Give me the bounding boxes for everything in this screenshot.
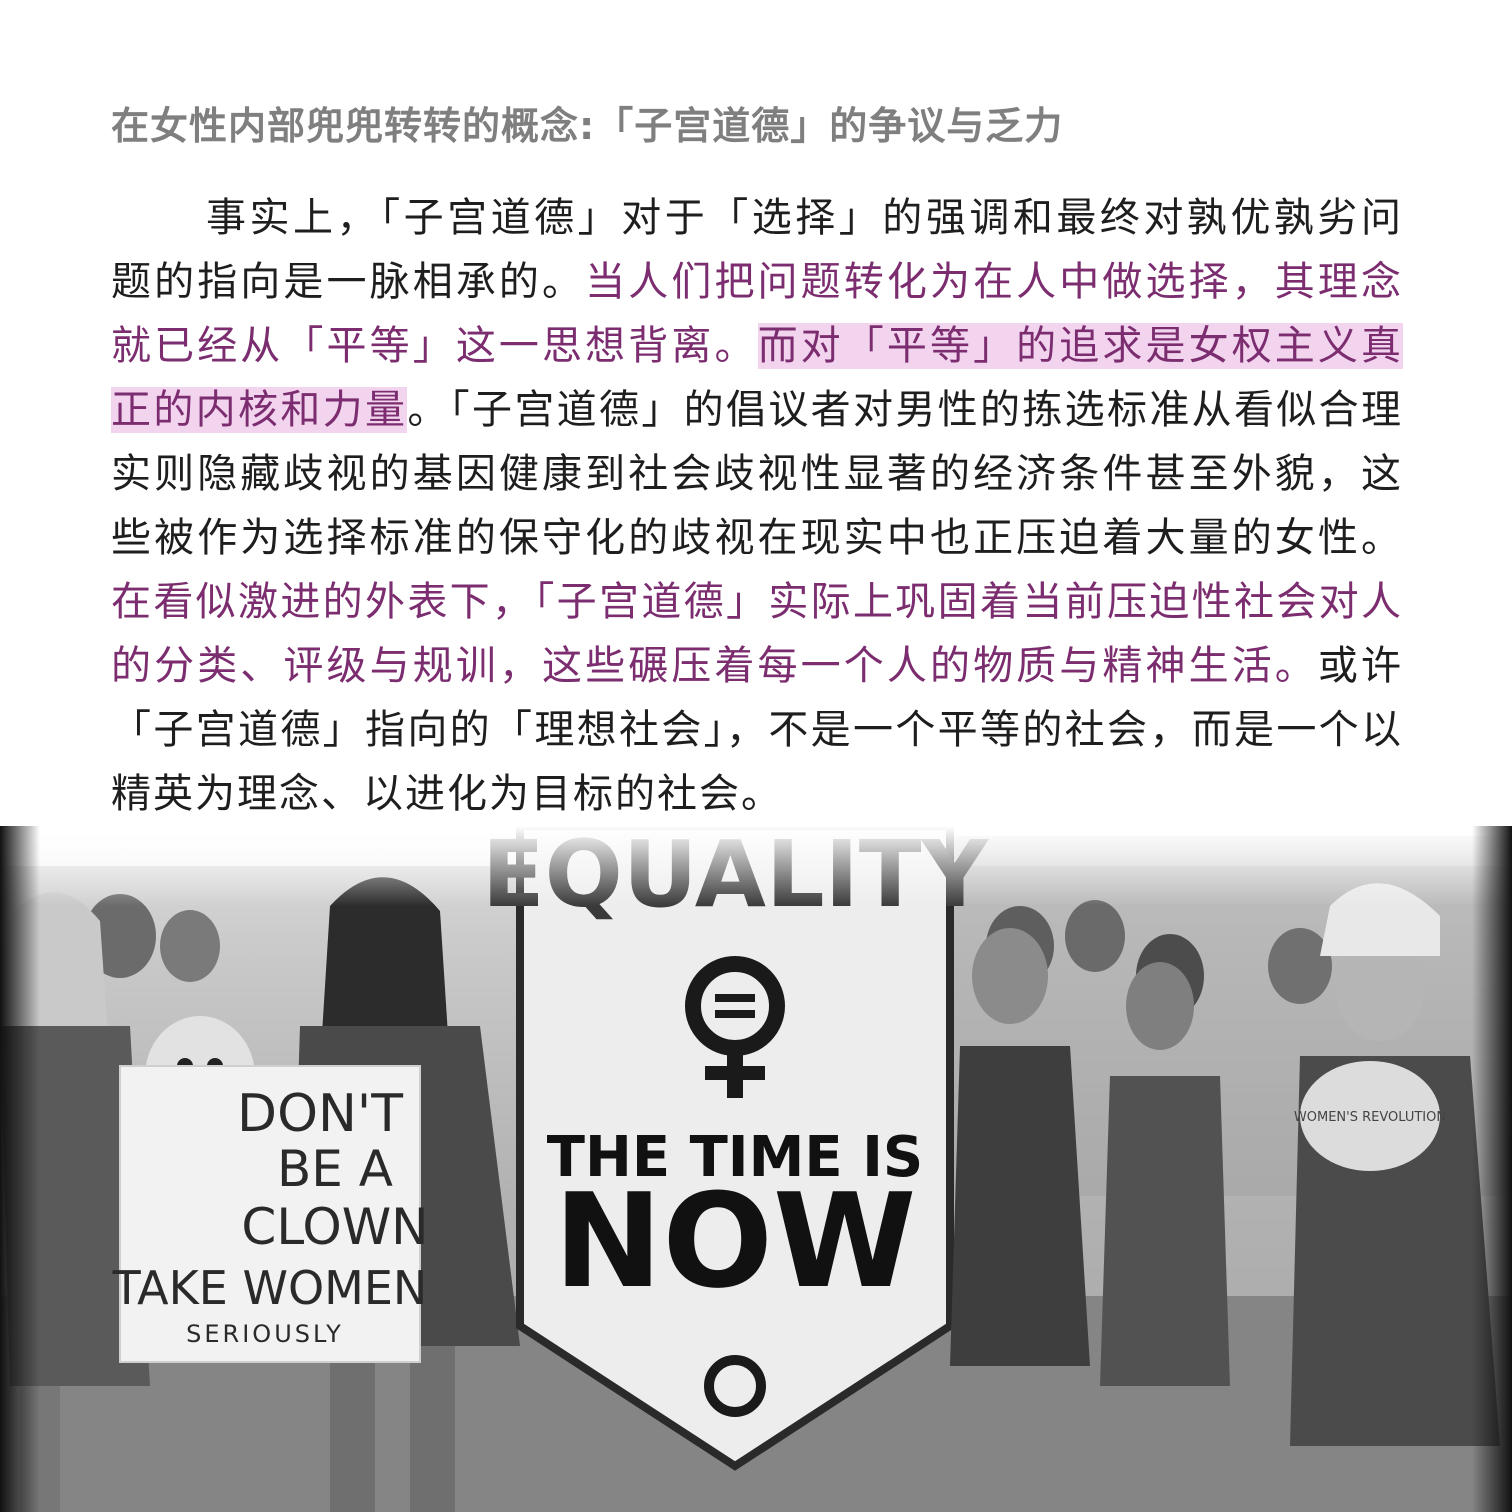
sign-line3: CLOWN: [241, 1198, 428, 1256]
sign-line2: BE A: [277, 1140, 393, 1198]
medallion-text: WOMEN'S REVOLUTION: [1294, 1110, 1446, 1125]
body-paragraph: 事实上，「子宫道德」对于「选择」的强调和最终对孰优孰劣问题的指向是一脉相承的。当…: [111, 186, 1404, 826]
photo-left-vignette: [0, 826, 40, 1512]
photo-right-vignette: [1472, 826, 1512, 1512]
emphasis-segment: 在看似激进的外表下，「子宫道德」实际上巩固着当前压迫性社会对人的分类、评级与规训…: [111, 579, 1403, 689]
clown-sign: DON'T BE A CLOWN TAKE WOMEN SERIOUSLY: [112, 1065, 429, 1363]
banner-bottom-text: NOW: [554, 1165, 917, 1317]
protest-photo: DON'T BE A CLOWN TAKE WOMEN SERIOUSLY EQ…: [0, 826, 1512, 1512]
sign-line5: SERIOUSLY: [186, 1320, 344, 1348]
protest-illustration: DON'T BE A CLOWN TAKE WOMEN SERIOUSLY EQ…: [0, 826, 1512, 1512]
sign-line1: DON'T: [237, 1084, 403, 1144]
photo-top-fade: [0, 826, 1512, 906]
section-heading: 在女性内部兜兜转转的概念:「子宫道德」的争议与乏力: [111, 104, 1064, 148]
sign-line4: TAKE WOMEN: [112, 1261, 428, 1315]
